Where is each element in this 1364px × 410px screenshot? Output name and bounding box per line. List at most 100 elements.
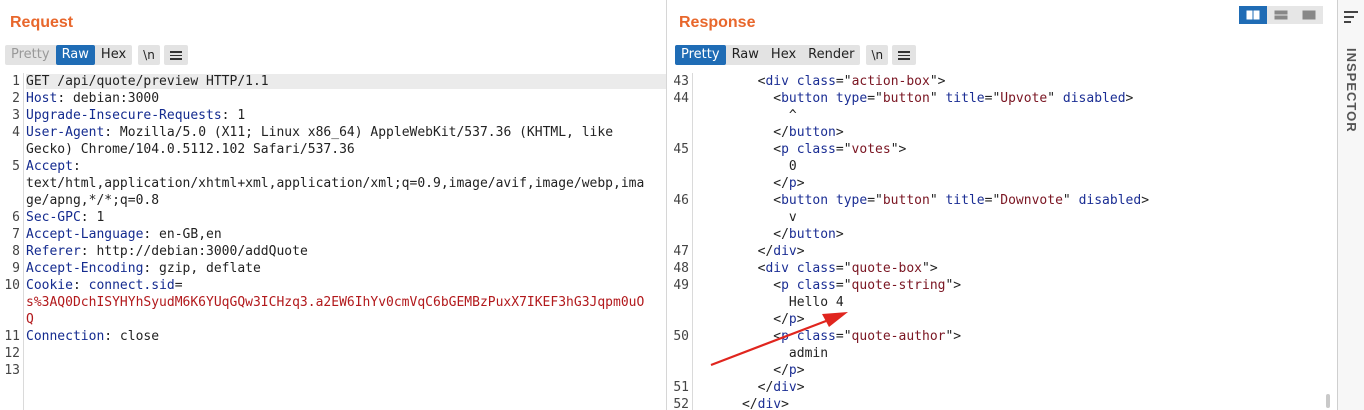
- response-line-text: </p>: [695, 363, 805, 378]
- request-code-line: 7 Accept-Language: en-GB,en: [0, 226, 666, 243]
- request-line-number: 1: [12, 74, 20, 89]
- request-line-number: 13: [4, 363, 20, 378]
- response-tab-hex[interactable]: Hex: [765, 45, 802, 65]
- inspector-label[interactable]: INSPECTOR: [1344, 48, 1359, 133]
- request-tab-hex[interactable]: Hex: [95, 45, 132, 65]
- response-menu-button[interactable]: [892, 45, 917, 65]
- response-tab-pretty[interactable]: Pretty: [675, 45, 726, 65]
- request-panel: Request Pretty Raw Hex \n 1 GET /api/quot…: [0, 0, 667, 410]
- request-line-number: 11: [4, 329, 20, 344]
- request-tab-raw[interactable]: Raw: [55, 45, 95, 65]
- response-code-line: 48 <div class="quote-box">: [667, 260, 1337, 277]
- request-line-text: Accept:: [26, 159, 81, 174]
- response-line-number: 43: [673, 74, 689, 89]
- response-line-text: </div>: [695, 380, 805, 395]
- request-code-line: 9 Accept-Encoding: gzip, deflate: [0, 260, 666, 277]
- response-line-text: <div class="action-box">: [695, 74, 946, 89]
- request-code-line: Gecko) Chrome/104.0.5112.102 Safari/537.…: [0, 141, 666, 158]
- request-line-text: User-Agent: Mozilla/5.0 (X11; Linux x86_…: [26, 125, 614, 140]
- response-line-text: <div class="quote-box">: [695, 261, 938, 276]
- layout-toggle: [1239, 6, 1323, 24]
- response-code-line: 49 <p class="quote-string">: [667, 277, 1337, 294]
- request-editor[interactable]: 1 GET /api/quote/preview HTTP/1.1 2 Host: …: [0, 73, 666, 410]
- response-code-line: Hello 4: [667, 294, 1337, 311]
- response-line-text: </button>: [695, 227, 844, 242]
- split-horizontal-icon[interactable]: [1239, 6, 1267, 24]
- response-line-number: 51: [673, 380, 689, 395]
- request-tab-pretty[interactable]: Pretty: [5, 45, 56, 65]
- request-line-text: ge/apng,*/*;q=0.8: [26, 193, 160, 208]
- response-line-text: <p class="votes">: [695, 142, 907, 157]
- response-line-text: v: [695, 210, 797, 225]
- response-code-line: </p>: [667, 311, 1337, 328]
- request-line-number: 9: [12, 261, 20, 276]
- menu-icon: [169, 50, 183, 60]
- response-line-number: 52: [673, 397, 689, 410]
- response-scrollbar[interactable]: [1326, 394, 1330, 408]
- request-code-line: 2 Host: debian:3000: [0, 90, 666, 107]
- response-line-text: <p class="quote-string">: [695, 278, 962, 293]
- inspector-menu-icon[interactable]: [1344, 11, 1358, 23]
- request-newline-toggle[interactable]: \n: [138, 45, 160, 65]
- request-line-text: Cookie: connect.sid=: [26, 278, 183, 293]
- inspector-sidebar[interactable]: INSPECTOR: [1337, 0, 1364, 410]
- response-code-line: </p>: [667, 175, 1337, 192]
- response-newline-toggle[interactable]: \n: [866, 45, 889, 65]
- response-code-line: 43 <div class="action-box">: [667, 73, 1337, 90]
- request-line-number: 7: [12, 227, 20, 242]
- request-code-line: ge/apng,*/*;q=0.8: [0, 192, 666, 209]
- response-line-text: <button type="button" title="Downvote" d…: [695, 193, 1150, 208]
- request-line-text: Connection: close: [26, 329, 160, 344]
- response-code-line: 0: [667, 158, 1337, 175]
- request-line-number: 4: [12, 125, 20, 140]
- request-line-number: 10: [4, 278, 20, 293]
- request-line-number: 2: [12, 91, 20, 106]
- response-tab-render[interactable]: Render: [802, 45, 860, 65]
- response-code-line: 52 </div>: [667, 396, 1337, 410]
- request-line-text: Gecko) Chrome/104.0.5112.102 Safari/537.…: [26, 142, 355, 157]
- request-line-number: 6: [12, 210, 20, 225]
- response-line-text: </p>: [695, 312, 805, 327]
- response-code-line: 47 </div>: [667, 243, 1337, 260]
- request-line-text: Host: debian:3000: [26, 91, 160, 106]
- single-pane-icon[interactable]: [1295, 6, 1323, 24]
- response-line-number: 49: [673, 278, 689, 293]
- response-line-number: 48: [673, 261, 689, 276]
- request-tab-group: Pretty Raw Hex: [5, 45, 133, 65]
- split-vertical-icon[interactable]: [1267, 6, 1295, 24]
- response-line-number: 45: [673, 142, 689, 157]
- response-code-line: 51 </div>: [667, 379, 1337, 396]
- request-line-text: GET /api/quote/preview HTTP/1.1: [26, 73, 666, 90]
- request-line-number: 3: [12, 108, 20, 123]
- response-code-line: 44 <button type="button" title="Upvote" …: [667, 90, 1337, 107]
- request-line-text: Sec-GPC: 1: [26, 210, 105, 225]
- response-tab-raw[interactable]: Raw: [726, 45, 765, 65]
- request-line-text: Referer: http://debian:3000/addQuote: [26, 244, 308, 259]
- request-line-number: 8: [12, 244, 20, 259]
- response-editor[interactable]: 43 <div class="action-box"> 44 <button ty…: [667, 73, 1337, 410]
- request-code-line: s%3AQ0DchISYHYhSyudM6K6YUqGQw3ICHzq3.a2E…: [0, 294, 666, 311]
- request-line-text: text/html,application/xhtml+xml,applicat…: [26, 176, 645, 191]
- response-line-number: 44: [673, 91, 689, 106]
- response-line-text: </button>: [695, 125, 844, 140]
- request-line-text: Accept-Language: en-GB,en: [26, 227, 222, 242]
- request-code-line: 1 GET /api/quote/preview HTTP/1.1: [0, 73, 666, 90]
- response-line-text: <button type="button" title="Upvote" dis…: [695, 91, 1134, 106]
- request-code-line: 12: [0, 345, 666, 362]
- request-line-text: Upgrade-Insecure-Requests: 1: [26, 108, 246, 123]
- response-code-line: v: [667, 209, 1337, 226]
- response-line-text: Hello 4: [695, 295, 844, 310]
- request-code-line: 10 Cookie: connect.sid=: [0, 277, 666, 294]
- response-tab-group: Pretty Raw Hex Render: [675, 45, 861, 65]
- response-code-line: </p>: [667, 362, 1337, 379]
- request-code-line: text/html,application/xhtml+xml,applicat…: [0, 175, 666, 192]
- response-line-text: </div>: [695, 397, 789, 410]
- request-menu-button[interactable]: [163, 45, 188, 65]
- request-line-number: 5: [12, 159, 20, 174]
- request-code-line: 3 Upgrade-Insecure-Requests: 1: [0, 107, 666, 124]
- request-code-line: 4 User-Agent: Mozilla/5.0 (X11; Linux x86…: [0, 124, 666, 141]
- response-line-number: 50: [673, 329, 689, 344]
- response-line-text: admin: [695, 346, 829, 361]
- response-line-text: <p class="quote-author">: [695, 329, 962, 344]
- response-line-text: </div>: [695, 244, 805, 259]
